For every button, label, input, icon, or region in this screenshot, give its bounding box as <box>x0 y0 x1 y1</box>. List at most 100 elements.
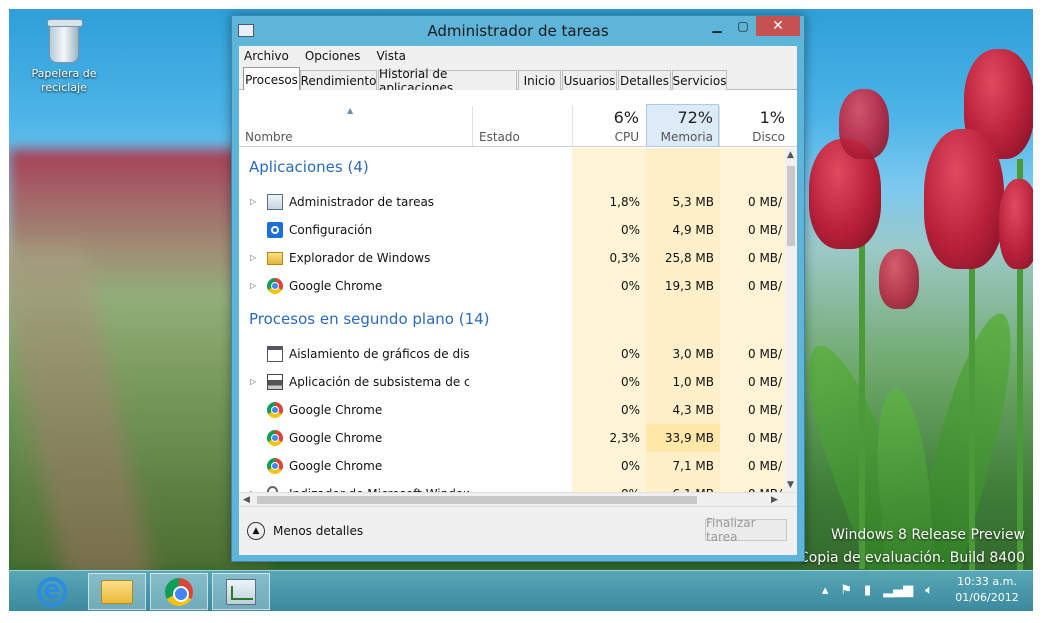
process-name: Administrador de tareas <box>289 195 435 209</box>
menu-archivo[interactable]: Archivo <box>244 49 289 63</box>
memory-value: 33,9 MB <box>664 431 714 445</box>
process-row[interactable]: Google Chrome 0% 7,1 MB 0 MB/s <box>239 452 785 480</box>
chrome-icon <box>267 458 283 474</box>
recycle-bin-shortcut[interactable]: Papelera de reciclaje <box>27 19 101 95</box>
title-bar[interactable]: Administrador de tareas ▁ ▢ ✕ <box>232 16 804 46</box>
disk-value: 0 MB/s <box>748 279 782 293</box>
scroll-left-icon[interactable]: ◀ <box>243 495 250 505</box>
process-row[interactable]: ▷ Aplicación de subsistema de cola 0% 1,0 M… <box>239 368 785 396</box>
horizontal-scrollbar[interactable]: ◀ ▶ <box>239 492 797 506</box>
window-controls: ▁ ▢ ✕ <box>704 16 800 36</box>
column-disk[interactable]: Disco <box>727 130 785 144</box>
network-signal-icon[interactable]: ▂▄▆ <box>883 583 913 598</box>
horizontal-scroll-thumb[interactable] <box>257 496 697 504</box>
cpu-value: 0% <box>620 403 640 417</box>
column-cpu[interactable]: CPU <box>579 130 639 144</box>
maximize-icon: ▢ <box>737 19 749 33</box>
process-name: Aplicación de subsistema de cola <box>289 375 469 389</box>
chrome-icon <box>267 278 283 294</box>
watermark-line1: Windows 8 Release Preview <box>831 527 1025 543</box>
close-button[interactable]: ✕ <box>756 16 800 36</box>
column-memory[interactable]: Memoria <box>649 130 713 144</box>
process-name: Configuración <box>289 223 373 237</box>
process-row[interactable]: Google Chrome 0% 4,3 MB 0 MB/s <box>239 396 785 424</box>
printer-icon <box>267 374 283 390</box>
vertical-scroll-thumb[interactable] <box>787 166 795 246</box>
tab-servicios[interactable]: Servicios <box>672 70 727 90</box>
expand-chevron-icon[interactable]: ▷ <box>250 253 256 262</box>
show-hidden-icons-icon[interactable]: ▴ <box>822 583 829 598</box>
sort-ascending-icon: ▲ <box>347 106 354 115</box>
end-task-button[interactable]: Finalizar tarea <box>705 516 787 544</box>
disk-value: 0 MB/s <box>748 375 782 389</box>
column-separator <box>719 106 720 146</box>
battery-icon[interactable]: ▮ <box>864 583 871 598</box>
group-background[interactable]: Procesos en segundo plano (14) <box>239 304 785 332</box>
chrome-icon <box>165 577 193 606</box>
process-row[interactable]: ▷ Google Chrome 0% 19,3 MB 0 MB/s <box>239 272 785 300</box>
taskbar-chrome-button[interactable] <box>150 573 208 610</box>
process-name: Explorador de Windows <box>289 251 431 265</box>
action-center-flag-icon[interactable]: ⚑ <box>840 583 852 598</box>
process-name: Google Chrome <box>289 403 383 417</box>
folder-icon <box>267 252 283 265</box>
taskbar-explorer-button[interactable] <box>88 573 146 610</box>
window-icon <box>267 346 283 362</box>
expand-chevron-icon[interactable]: ▷ <box>250 281 256 290</box>
process-row[interactable]: Configuración 0% 4,9 MB 0 MB/s <box>239 216 785 244</box>
process-row[interactable]: ▷ Administrador de tareas 1,8% 5,3 MB 0 MB/s <box>239 188 785 216</box>
process-row[interactable]: Google Chrome 2,3% 33,9 MB 0 MB/s <box>239 424 785 452</box>
scroll-down-icon[interactable]: ▼ <box>787 480 794 490</box>
disk-value: 0 MB/s <box>748 431 782 445</box>
expand-chevron-icon[interactable]: ▷ <box>250 377 256 386</box>
taskbar-clock[interactable]: 10:33 a.m. 01/06/2012 <box>947 574 1027 606</box>
column-status[interactable]: Estado <box>479 130 520 144</box>
expand-chevron-icon[interactable]: ▷ <box>250 197 256 206</box>
volume-icon[interactable]: 🔈︎ <box>925 583 933 598</box>
process-row[interactable]: ▷ Explorador de Windows 0,3% 25,8 MB 0 MB/s <box>239 244 785 272</box>
menu-opciones[interactable]: Opciones <box>305 49 361 63</box>
tab-inicio[interactable]: Inicio <box>518 70 561 90</box>
cpu-value: 0% <box>620 375 640 389</box>
system-tray: ▴ ⚑ ▮ ▂▄▆ 🔈︎ <box>822 583 933 598</box>
cpu-value: 2,3% <box>609 431 641 445</box>
menu-bar: Archivo Opciones Vista <box>239 46 797 66</box>
vertical-scrollbar[interactable]: ▲ ▼ <box>785 148 797 492</box>
wallpaper-stem <box>859 209 865 569</box>
recycle-bin-label: Papelera de reciclaje <box>31 67 97 94</box>
process-row[interactable]: ▷Indizador de Microsoft Window...0%6,1 M… <box>239 480 785 492</box>
scroll-right-icon[interactable]: ▶ <box>771 495 778 505</box>
wallpaper-tulip <box>839 89 889 159</box>
internet-explorer-icon <box>37 575 67 607</box>
disk-total-percent: 1% <box>759 108 785 127</box>
cpu-value: 1,8% <box>609 195 641 209</box>
disk-value: 0 MB/s <box>748 347 782 361</box>
maximize-button[interactable]: ▢ <box>730 16 756 36</box>
tab-detalles[interactable]: Detalles <box>618 70 671 90</box>
taskbar-ie-button[interactable] <box>23 573 81 610</box>
memory-value: 1,0 MB <box>672 375 714 389</box>
clock-date: 01/06/2012 <box>955 591 1019 604</box>
file-explorer-icon <box>101 579 133 604</box>
process-name: Google Chrome <box>289 279 383 293</box>
tab-procesos[interactable]: Procesos <box>243 67 300 91</box>
tab-historial[interactable]: Historial de aplicaciones <box>378 67 517 95</box>
tab-rendimiento[interactable]: Rendimiento <box>300 70 377 90</box>
wallpaper-tulip <box>879 249 919 309</box>
scroll-up-icon[interactable]: ▲ <box>787 150 794 160</box>
cpu-value: 0% <box>620 279 640 293</box>
cpu-value: 0,3% <box>609 251 641 265</box>
minimize-button[interactable]: ▁ <box>704 16 730 36</box>
disk-value: 0 MB/s <box>748 251 782 265</box>
settings-icon <box>267 222 283 238</box>
process-row[interactable]: Aislamiento de gráficos de disp... 0% 3,0 … <box>239 340 785 368</box>
recycle-bin-icon <box>47 19 83 63</box>
memory-value: 4,3 MB <box>672 403 714 417</box>
minimize-icon: ▁ <box>712 19 722 33</box>
tab-usuarios[interactable]: Usuarios <box>562 70 617 90</box>
column-name[interactable]: Nombre <box>245 130 293 144</box>
menu-vista[interactable]: Vista <box>376 49 406 63</box>
group-apps[interactable]: Aplicaciones (4) <box>239 152 785 180</box>
taskbar-task-manager-button[interactable] <box>212 573 270 610</box>
fewer-details-button[interactable]: ▲ Menos detalles <box>247 522 363 540</box>
